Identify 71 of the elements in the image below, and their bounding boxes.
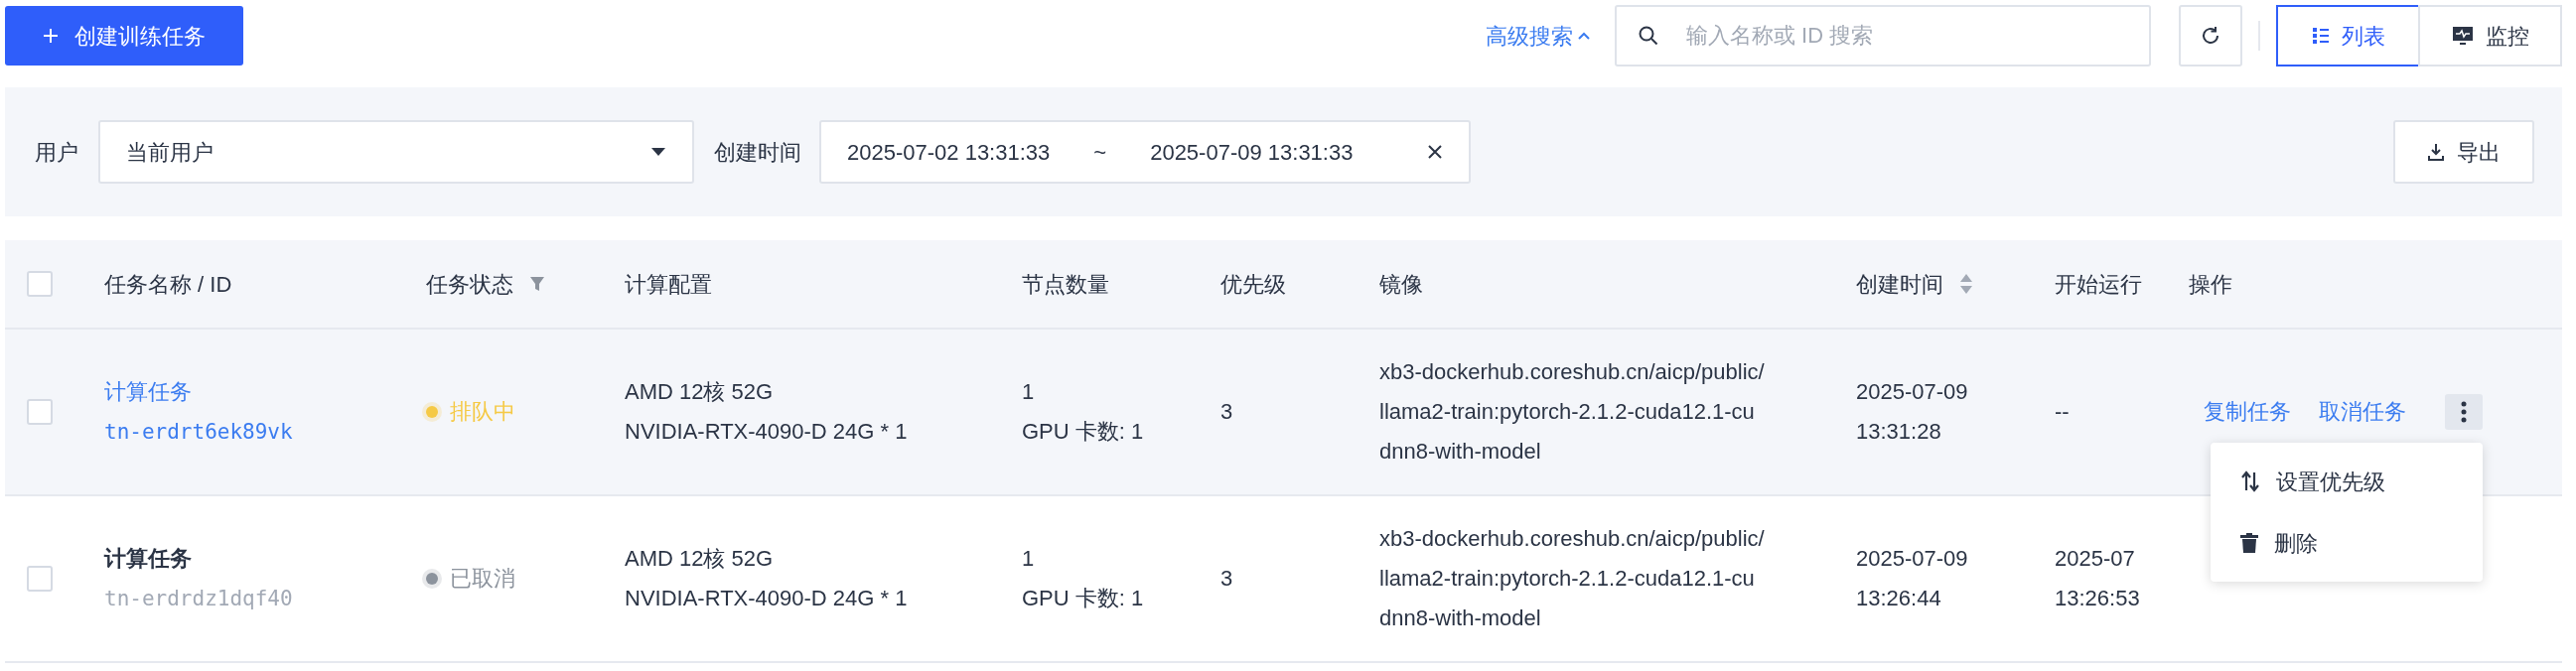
download-icon xyxy=(2427,143,2445,161)
task-name-link[interactable]: 计算任务 xyxy=(104,372,192,412)
field-label: 创建时间 xyxy=(714,138,801,167)
cell-text: AMD 12核 52G xyxy=(625,545,774,573)
row-checkbox[interactable] xyxy=(27,399,53,425)
column-header: 开始运行 xyxy=(2055,270,2142,299)
monitor-icon xyxy=(2451,26,2474,46)
menu-item[interactable]: 删除 xyxy=(2211,512,2483,574)
select-all-checkbox[interactable] xyxy=(27,271,53,297)
cell-text: -- xyxy=(2055,398,2070,426)
search-field[interactable]: 输入名称或 ID 搜索 xyxy=(1615,5,2151,67)
action-link[interactable]: 复制任务 xyxy=(2204,392,2291,432)
cell-text: 2025-07 xyxy=(2055,545,2135,573)
export-button[interactable]: 导出 xyxy=(2393,120,2534,184)
task-name: 计算任务 xyxy=(104,545,192,573)
caret-up-icon xyxy=(1577,31,1591,41)
cell-text: 13:31:28 xyxy=(1856,418,1941,446)
refresh-icon xyxy=(2200,25,2221,47)
row-checkbox[interactable] xyxy=(27,566,53,592)
sort-icon[interactable] xyxy=(1959,273,1973,295)
clear-icon[interactable] xyxy=(1427,144,1443,160)
cell-text: NVIDIA-RTX-4090-D 24G * 1 xyxy=(625,418,908,446)
advanced-search-link[interactable]: 高级搜索 xyxy=(1486,19,1591,53)
cell-text: 13:26:53 xyxy=(2055,585,2140,612)
create-button[interactable]: 创建训练任务 xyxy=(5,6,243,66)
task-id: tn-erdrt6ek89vk xyxy=(104,419,293,446)
field-label: 用户 xyxy=(35,138,78,167)
status-text: 排队中 xyxy=(450,398,515,426)
more-icon xyxy=(2461,401,2467,423)
search-icon xyxy=(1639,26,1658,46)
more-button[interactable] xyxy=(2445,394,2483,430)
start-date: 2025-07-02 13:31:33 xyxy=(847,138,1051,167)
cell-text: 2025-07-09 xyxy=(1856,545,1968,573)
menu-item[interactable]: 设置优先级 xyxy=(2211,451,2483,512)
cell-text: 3 xyxy=(1220,566,1233,591)
cell-text: 1 xyxy=(1022,545,1035,573)
cell-text: 3 xyxy=(1220,399,1233,424)
cell-text: 2025-07-09 xyxy=(1856,378,1968,406)
column-header: 计算配置 xyxy=(625,270,712,299)
image-name: xb3-dockerhub.coreshub.cn/aicp/public/llama2-train:pytorch-2.1.2-cuda12.1-cudnn8-with-model xyxy=(1379,358,1765,466)
user-select[interactable]: 当前用户 xyxy=(98,120,694,184)
column-header: 节点数量 xyxy=(1022,270,1109,299)
date-range-field[interactable]: 2025-07-02 13:31:33 ~ 2025-07-09 13:31:33 xyxy=(819,120,1471,184)
list-icon xyxy=(2311,27,2330,45)
task-id: tn-erdrdz1dqf40 xyxy=(104,586,293,612)
view-tab[interactable]: 监控 xyxy=(2418,5,2562,67)
range-separator: ~ xyxy=(1093,138,1107,167)
sort-arrows-icon xyxy=(2240,470,2260,492)
column-header: 镜像 xyxy=(1379,270,1423,299)
cell-text: 1 xyxy=(1022,378,1035,406)
plus-icon xyxy=(43,28,59,44)
cell-text: GPU 卡数: 1 xyxy=(1022,585,1144,612)
cell-text: AMD 12核 52G xyxy=(625,378,774,406)
refresh-button[interactable] xyxy=(2179,5,2242,67)
cell-text: 13:26:44 xyxy=(1856,585,1941,612)
action-link[interactable]: 取消任务 xyxy=(2319,392,2406,432)
image-name: xb3-dockerhub.coreshub.cn/aicp/public/llama2-train:pytorch-2.1.2-cuda12.1-cudnn8-with-model xyxy=(1379,525,1765,632)
column-header: 任务名称 / ID xyxy=(104,270,232,299)
view-tab[interactable]: 列表 xyxy=(2276,5,2420,67)
trash-icon xyxy=(2240,533,2258,553)
column-header: 任务状态 xyxy=(426,270,513,299)
column-header: 操作 xyxy=(2189,270,2232,299)
cell-text: NVIDIA-RTX-4090-D 24G * 1 xyxy=(625,585,908,612)
end-date: 2025-07-09 13:31:33 xyxy=(1150,138,1354,167)
cell-text: GPU 卡数: 1 xyxy=(1022,418,1144,446)
table-row[interactable] xyxy=(5,330,2562,496)
dropdown-caret-icon xyxy=(650,147,666,157)
status-text: 已取消 xyxy=(450,565,515,593)
column-header: 优先级 xyxy=(1220,270,1286,299)
filter-icon[interactable] xyxy=(529,276,545,292)
column-header: 创建时间 xyxy=(1856,270,1943,299)
